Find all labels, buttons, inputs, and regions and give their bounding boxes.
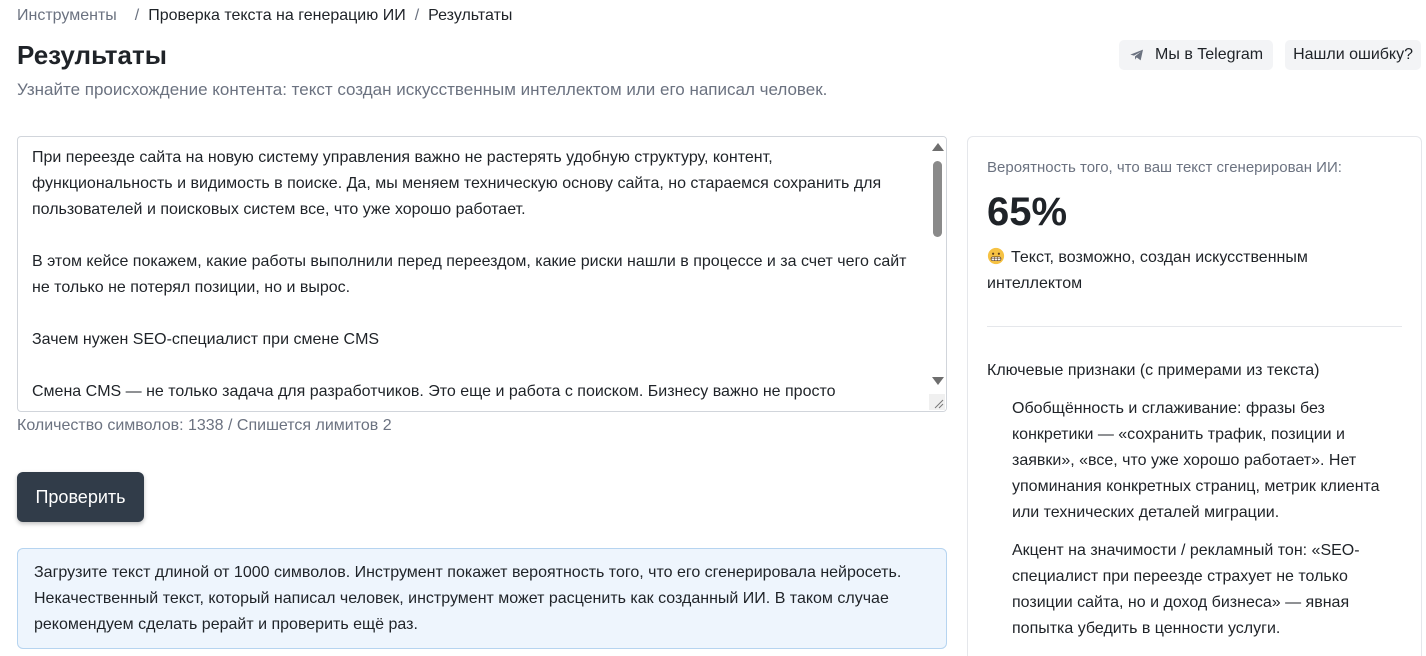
breadcrumb-item-ai-check[interactable]: Проверка текста на генерацию ИИ <box>148 6 405 26</box>
telegram-button[interactable]: Мы в Telegram <box>1119 40 1274 70</box>
text-paragraph: Зачем нужен SEO-специалист при смене CMS <box>32 331 380 348</box>
grimacing-face-icon <box>987 247 1005 265</box>
list-item: Акцент на значимости / рекламный тон: «S… <box>1012 542 1360 637</box>
scroll-thumb[interactable] <box>933 161 942 237</box>
telegram-plane-icon <box>1130 49 1144 61</box>
text-paragraph: Смена CMS — не только задача для разрабо… <box>32 383 836 400</box>
page-subtitle: Узнайте происхождение контента: текст со… <box>17 80 828 99</box>
report-error-label: Нашли ошибку? <box>1293 46 1413 63</box>
verdict-text: Текст, возможно, создан искусственным ин… <box>987 249 1308 292</box>
result-panel: Вероятность того, что ваш текст сгенерир… <box>967 136 1422 656</box>
check-button[interactable]: Проверить <box>17 472 144 522</box>
signs-list: Обобщённость и сглаживание: фразы без ко… <box>1012 396 1382 654</box>
resize-handle[interactable] <box>929 394 945 410</box>
verdict: Текст, возможно, создан искусственным ин… <box>987 245 1407 297</box>
scroll-down-arrow-icon[interactable] <box>932 377 944 385</box>
signs-title: Ключевые признаки (с примерами из текста… <box>987 362 1320 379</box>
char-count: Количество символов: 1338 / Спишется лим… <box>17 417 392 434</box>
info-box: Загрузите текст длиной от 1000 символов.… <box>17 548 947 649</box>
breadcrumb-separator: / <box>134 7 140 24</box>
header-actions: Мы в Telegram Нашли ошибку? <box>1119 40 1421 70</box>
report-error-button[interactable]: Нашли ошибку? <box>1285 40 1421 70</box>
text-paragraph: В этом кейсе покажем, какие работы выпол… <box>32 253 907 296</box>
breadcrumb-separator: / <box>414 7 420 24</box>
probability-label: Вероятность того, что ваш текст сгенерир… <box>987 159 1342 176</box>
breadcrumb-item-current: Результаты <box>428 7 513 24</box>
text-paragraph: При переезде сайта на новую систему упра… <box>32 149 882 218</box>
text-input-content[interactable]: При переезде сайта на новую систему упра… <box>32 145 912 411</box>
breadcrumb-item-tools[interactable]: Инструменты <box>17 6 117 26</box>
textarea-scrollbar[interactable] <box>929 137 946 411</box>
probability-value: 65% <box>987 190 1068 234</box>
page-title: Результаты <box>17 40 167 70</box>
scroll-up-arrow-icon[interactable] <box>932 143 944 151</box>
list-item: Обобщённость и сглаживание: фразы без ко… <box>1012 400 1380 521</box>
telegram-button-label: Мы в Telegram <box>1155 46 1264 63</box>
resize-grip-icon <box>934 399 944 409</box>
page: Инструменты / Проверка текста на генерац… <box>0 0 1426 656</box>
breadcrumb: Инструменты / Проверка текста на генерац… <box>17 6 512 26</box>
text-input-area[interactable]: При переезде сайта на новую систему упра… <box>17 136 947 412</box>
divider <box>987 326 1402 327</box>
